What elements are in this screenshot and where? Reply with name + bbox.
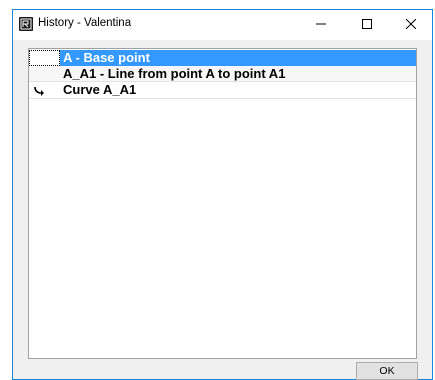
title-bar[interactable]: History - Valentina (13, 10, 432, 40)
history-item-label: A - Base point (60, 50, 416, 66)
history-item-label: A_A1 - Line from point A to point A1 (63, 66, 286, 81)
row-marker (29, 82, 60, 98)
valentina-app-icon (19, 17, 33, 31)
history-row-current[interactable]: Curve A_A1 (29, 82, 416, 98)
history-list[interactable]: A - Base point A_A1 - Line from point A … (28, 48, 417, 359)
history-item-label: Curve A_A1 (63, 82, 137, 97)
history-row[interactable]: A_A1 - Line from point A to point A1 (29, 66, 416, 82)
row-divider (29, 98, 416, 99)
close-button[interactable] (388, 10, 434, 40)
window-title: History - Valentina (38, 17, 132, 29)
history-row-selected[interactable]: A - Base point (29, 50, 416, 66)
maximize-icon (362, 16, 372, 34)
minimize-icon (316, 16, 326, 34)
row-marker (29, 66, 60, 82)
history-dialog: History - Valentina A - Base point A_A1 … (12, 9, 433, 380)
minimize-button[interactable] (298, 10, 344, 40)
current-step-arrow-icon (34, 84, 46, 102)
maximize-button[interactable] (344, 10, 390, 40)
ok-button[interactable]: OK (356, 362, 418, 380)
close-icon (405, 16, 417, 34)
row-marker (29, 50, 60, 66)
